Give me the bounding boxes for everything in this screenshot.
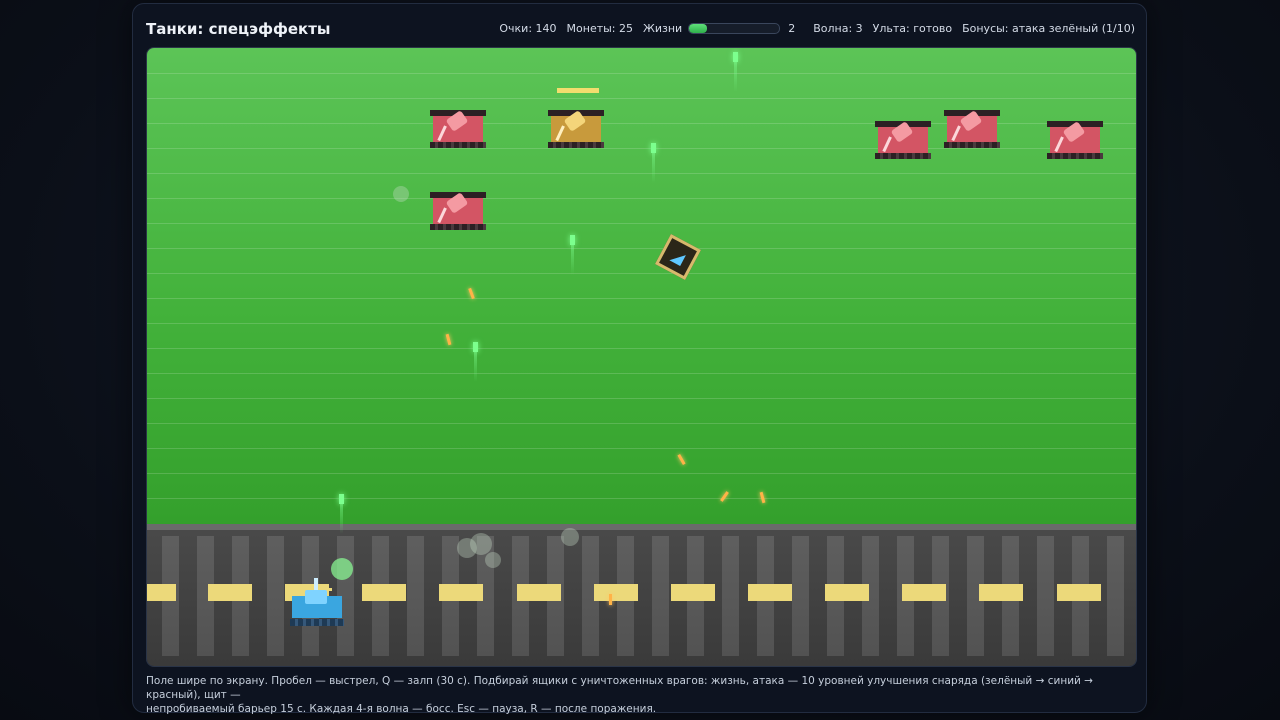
ultimate-readout: Ульта: готово	[872, 22, 953, 35]
tank-tread	[290, 619, 344, 626]
grass-stripe	[147, 248, 1136, 249]
player-bullet	[473, 342, 478, 382]
enemy-tank	[875, 121, 931, 159]
score-readout: Очки: 140	[499, 22, 557, 35]
boss-tank	[548, 110, 604, 148]
tank-tread	[944, 142, 1000, 148]
grass-stripe	[147, 473, 1136, 474]
enemy-bullet	[609, 594, 612, 605]
grass-stripe	[147, 323, 1136, 324]
road-crossbar	[1037, 536, 1054, 656]
grass-stripe	[147, 298, 1136, 299]
road-crossbar	[792, 536, 809, 656]
road-dash	[208, 584, 252, 601]
muzzle-flash	[331, 558, 353, 580]
game-field[interactable]: ◢	[146, 47, 1137, 667]
grass-stripe	[147, 73, 1136, 74]
player-bullet	[651, 143, 656, 183]
road-dash	[825, 584, 869, 601]
boss-health-bar	[557, 88, 599, 93]
lives-bar	[688, 23, 781, 34]
road-dash	[517, 584, 561, 601]
enemy-tank	[1047, 121, 1103, 159]
coins-readout: Монеты: 25	[566, 22, 634, 35]
smoke-puff	[393, 186, 409, 202]
road-edge	[147, 524, 1136, 530]
road-dash	[1057, 584, 1101, 601]
road-crossbar	[267, 536, 284, 656]
road-crossbar	[722, 536, 739, 656]
tank-tread	[1047, 153, 1103, 159]
grass-stripe	[147, 373, 1136, 374]
tank-tread	[430, 142, 486, 148]
hud: Очки: 140 Монеты: 25 Жизни 2 Волна: 3 Ул…	[499, 22, 1135, 35]
grass-stripe	[147, 348, 1136, 349]
smoke-puff	[485, 552, 501, 568]
grass-stripe	[147, 173, 1136, 174]
lives-count: 2	[788, 22, 796, 35]
road-dash	[671, 584, 715, 601]
grass-stripe	[147, 148, 1136, 149]
enemy-tank	[944, 110, 1000, 148]
road-dash	[362, 584, 406, 601]
grass-stripe	[147, 273, 1136, 274]
road-dash	[902, 584, 946, 601]
grass-stripe	[147, 498, 1136, 499]
grass-stripe	[147, 398, 1136, 399]
enemy-tank	[430, 110, 486, 148]
road-crossbar	[407, 536, 424, 656]
player-tank	[286, 578, 344, 626]
tank-tread	[875, 153, 931, 159]
road-crossbar	[652, 536, 669, 656]
road-dash	[979, 584, 1023, 601]
smoke-puff	[470, 533, 492, 555]
instructions-line: непробиваемый барьер 15 с. Каждая 4-я во…	[146, 703, 657, 715]
instructions-line: Поле шире по экрану. Пробел — выстрел, Q…	[146, 675, 1093, 701]
tank-turret	[305, 590, 327, 604]
player-bullet	[339, 494, 344, 534]
grass-stripe	[147, 423, 1136, 424]
enemy-tank	[430, 192, 486, 230]
road-dash	[439, 584, 483, 601]
wave-readout: Волна: 3	[813, 22, 863, 35]
road-crossbar	[1107, 536, 1124, 656]
smoke-puff	[561, 528, 579, 546]
tank-tread	[430, 224, 486, 230]
page-title: Танки: спецэффекты	[146, 20, 331, 38]
player-bullet	[570, 235, 575, 275]
tank-tread	[548, 142, 604, 148]
grass-stripe	[147, 198, 1136, 199]
player-bullet	[733, 52, 738, 92]
road-dash	[748, 584, 792, 601]
lives-bar-fill	[689, 24, 708, 33]
grass-stripe	[147, 223, 1136, 224]
road-dash	[594, 584, 638, 601]
instructions: Поле шире по экрану. Пробел — выстрел, Q…	[146, 674, 1136, 716]
game-window: Танки: спецэффекты Очки: 140 Монеты: 25 …	[132, 3, 1147, 716]
bonuses-readout: Бонусы: атака зелёный (1/10)	[962, 22, 1135, 35]
header: Танки: спецэффекты Очки: 140 Монеты: 25 …	[146, 18, 1135, 42]
triangle-arrow-icon: ◢	[668, 245, 689, 268]
lives-label: Жизни	[643, 22, 683, 35]
grass-stripe	[147, 448, 1136, 449]
road-dash	[147, 584, 176, 601]
grass-stripe	[147, 98, 1136, 99]
